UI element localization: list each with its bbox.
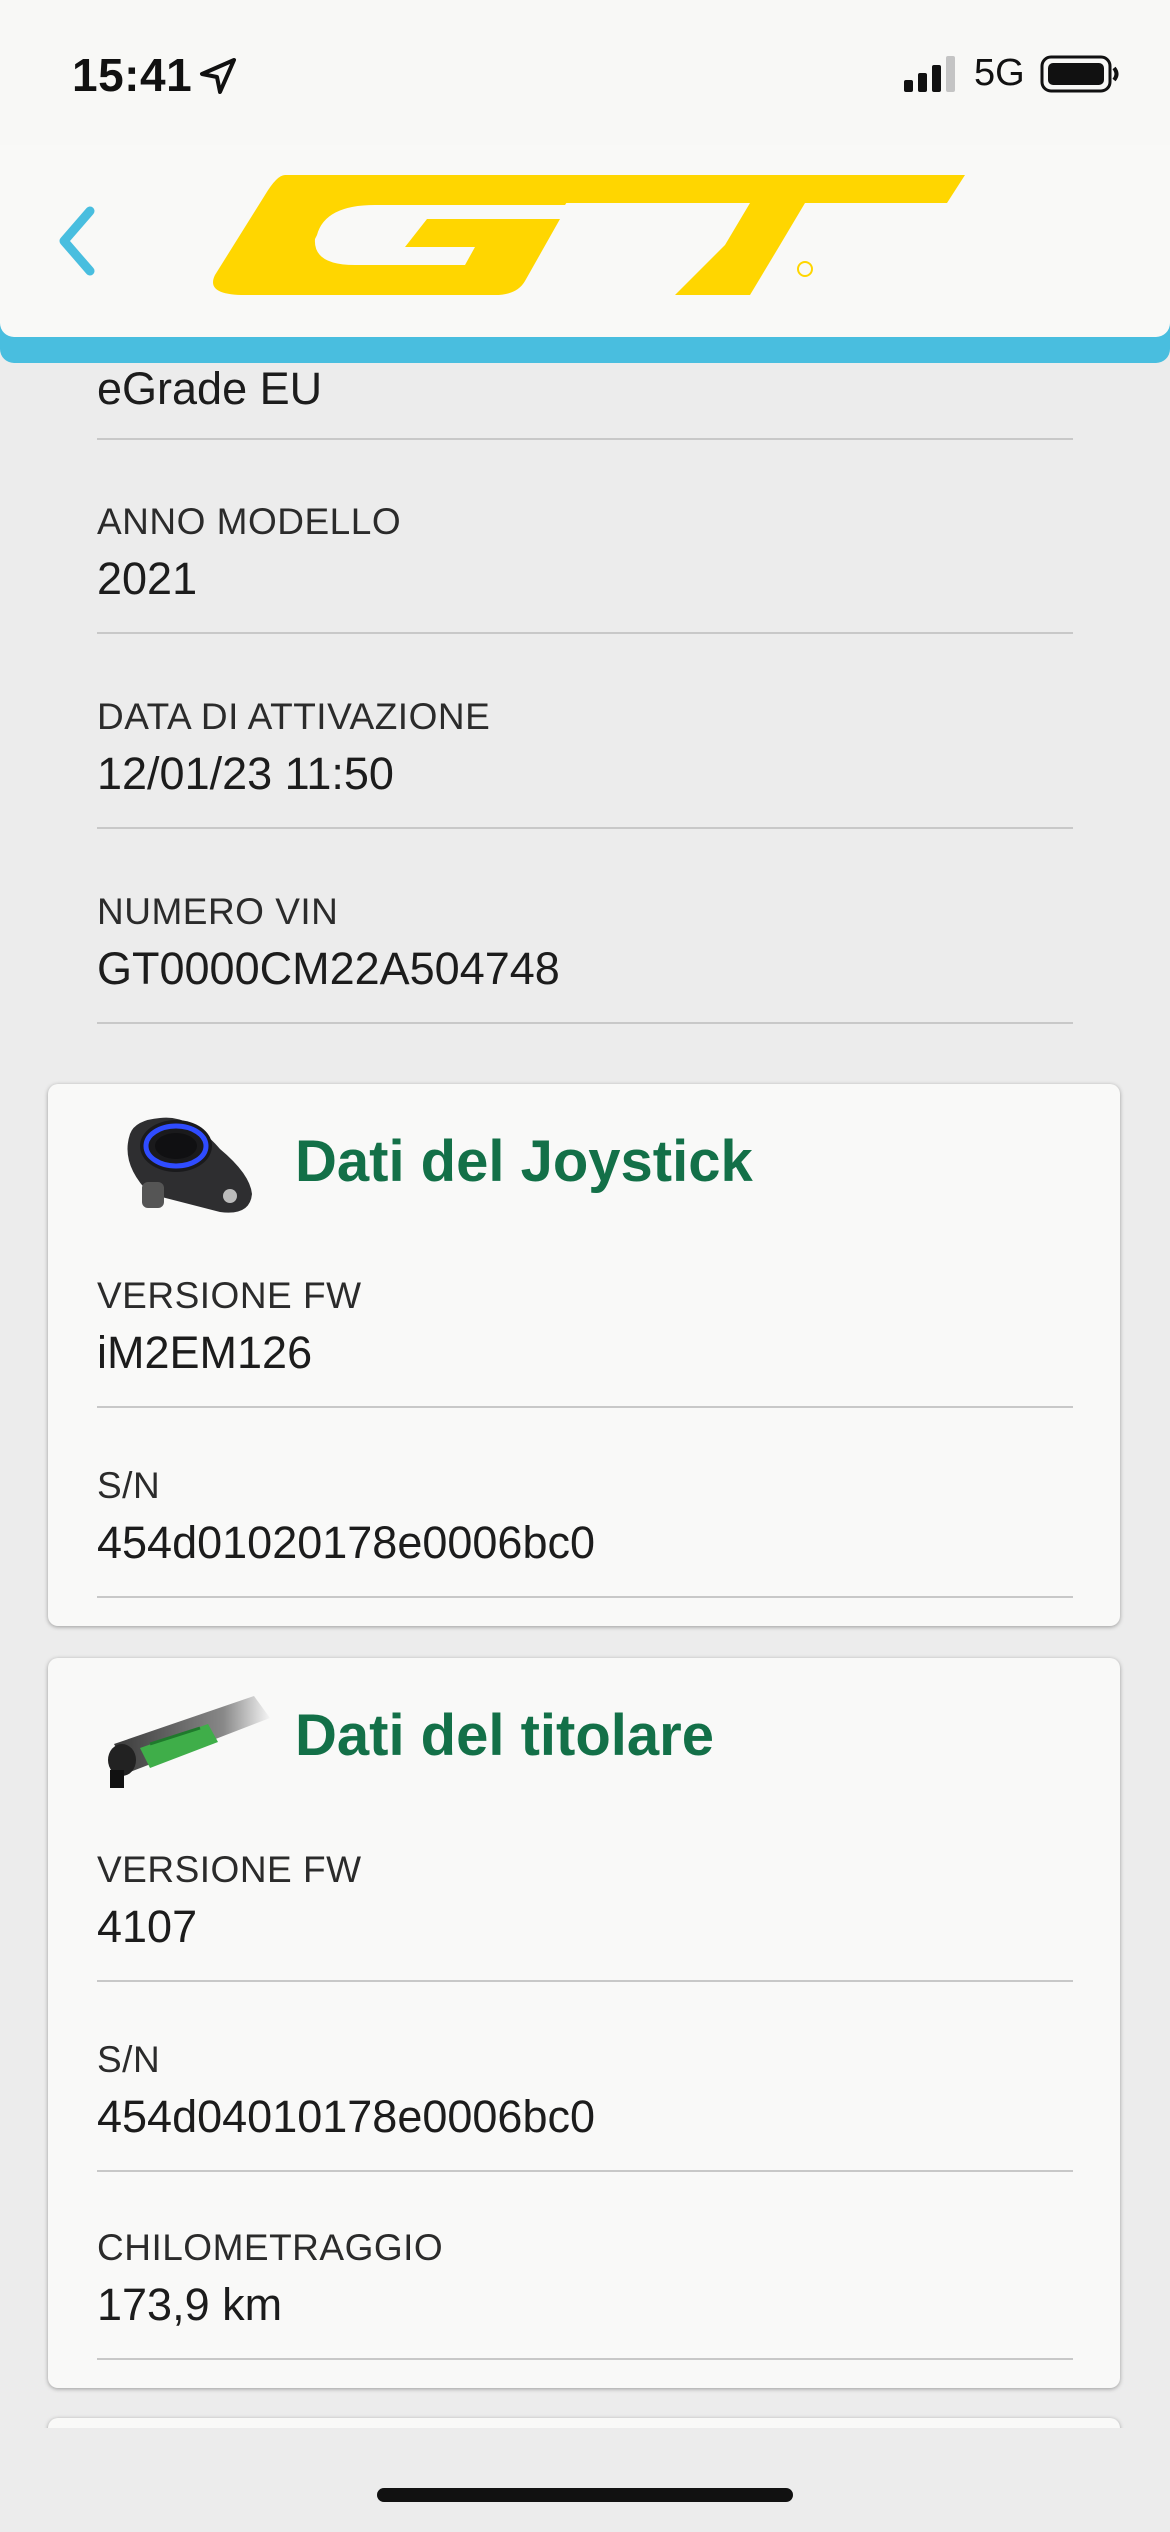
field-value: iM2EM126 <box>97 1327 313 1378</box>
location-arrow-icon <box>200 58 236 94</box>
field-value: 454d01020178e0006bc0 <box>97 1517 596 1568</box>
app-header: GT <box>0 145 1170 337</box>
field-label: DATA DI ATTIVAZIONE <box>97 696 491 737</box>
activation-date-field: DATA DI ATTIVAZIONE 12/01/23 11:50 <box>97 695 1073 829</box>
field-label: S/N <box>97 1465 161 1506</box>
status-bar: 15:41 5G <box>0 0 1170 145</box>
owner-fw-field: VERSIONE FW 4107 <box>97 1848 1073 1982</box>
owner-card-title: Dati del titolare <box>295 1703 714 1768</box>
joystick-icon <box>127 1117 252 1213</box>
field-value: 2021 <box>97 553 198 604</box>
joystick-card-title: Dati del Joystick <box>295 1129 753 1194</box>
owner-card: Dati del titolare VERSIONE FW 4107 S/N 4… <box>48 1658 1120 2388</box>
field-value: 173,9 km <box>97 2279 283 2330</box>
model-field: eGrade EU <box>97 356 1073 440</box>
signal-icon <box>904 56 955 92</box>
field-label: NUMERO VIN <box>97 891 339 932</box>
field-value: 454d04010178e0006bc0 <box>97 2091 596 2142</box>
model-value: eGrade EU <box>97 363 323 414</box>
field-label: S/N <box>97 2039 161 2080</box>
home-indicator[interactable] <box>377 2488 793 2502</box>
joystick-sn-field: S/N 454d01020178e0006bc0 <box>97 1464 1073 1598</box>
joystick-fw-field: VERSIONE FW iM2EM126 <box>97 1274 1073 1408</box>
field-value: 12/01/23 11:50 <box>97 748 394 799</box>
network-type: 5G <box>974 52 1025 94</box>
field-label: VERSIONE FW <box>97 1849 362 1890</box>
battery-pack-icon <box>108 1696 270 1788</box>
field-value: GT0000CM22A504748 <box>97 943 560 994</box>
battery-icon <box>1040 55 1119 93</box>
status-time: 15:41 <box>72 49 193 101</box>
field-label: VERSIONE FW <box>97 1275 362 1316</box>
field-value: 4107 <box>97 1901 198 1952</box>
back-chevron-icon[interactable] <box>50 191 120 291</box>
bottom-fade <box>0 2428 1170 2532</box>
field-label: ANNO MODELLO <box>97 501 402 542</box>
field-label: CHILOMETRAGGIO <box>97 2227 444 2268</box>
owner-sn-field: S/N 454d04010178e0006bc0 <box>97 2038 1073 2172</box>
joystick-card: Dati del Joystick VERSIONE FW iM2EM126 S… <box>48 1084 1120 1626</box>
gt-logo: GT <box>213 175 965 295</box>
year-field: ANNO MODELLO 2021 <box>97 500 1073 634</box>
owner-mileage-field: CHILOMETRAGGIO 173,9 km <box>97 2226 1073 2360</box>
vin-field: NUMERO VIN GT0000CM22A504748 <box>97 890 1073 1024</box>
